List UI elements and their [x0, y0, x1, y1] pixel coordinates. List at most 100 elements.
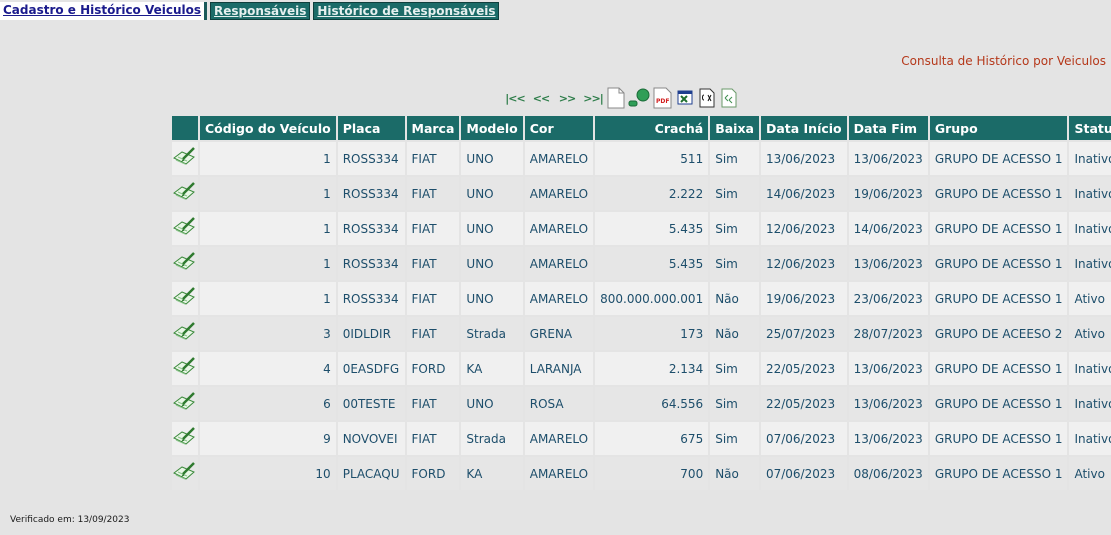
column-header-modelo[interactable]: Modelo: [461, 116, 523, 140]
edit-icon[interactable]: [172, 251, 198, 276]
cell-data-fim: 19/06/2023: [848, 177, 928, 210]
cell-baixa: Não: [710, 282, 759, 315]
edit-cell: [172, 177, 198, 210]
column-header-data-fim[interactable]: Data Fim: [848, 116, 928, 140]
cell-cor: AMARELO: [524, 457, 594, 490]
cell-modelo: UNO: [461, 282, 523, 315]
cell-grupo: GRUPO DE ACESSO 1: [929, 352, 1068, 385]
column-header-codigo-veiculo[interactable]: Código do Veículo: [200, 116, 336, 140]
cell-placa: 00TESTE: [337, 387, 405, 420]
table-row: 1 ROSS334 FIAT UNO AMARELO 5.435 Sim 12/06/2023…: [172, 247, 1111, 280]
vehicle-history-table: Código do Veículo Placa Marca Modelo Cor…: [170, 114, 1111, 492]
edit-cell: [172, 317, 198, 350]
pdf-export-icon[interactable]: PDF: [653, 87, 673, 109]
cell-grupo: GRUPO DE ACESSO 1: [929, 387, 1068, 420]
tab-responsaveis[interactable]: Responsáveis: [210, 2, 311, 20]
cell-modelo: Strada: [461, 317, 523, 350]
cell-baixa: Não: [710, 457, 759, 490]
cell-baixa: Sim: [710, 247, 759, 280]
table-row: 1 ROSS334 FIAT UNO AMARELO 800.000.000.001 Não…: [172, 282, 1111, 315]
cell-marca: FORD: [406, 457, 460, 490]
cell-modelo: KA: [461, 352, 523, 385]
cell-modelo: UNO: [461, 142, 523, 175]
cell-status: Inativo: [1069, 212, 1111, 245]
cell-baixa: Sim: [710, 142, 759, 175]
first-page-icon[interactable]: |<<: [503, 87, 527, 109]
cell-data-inicio: 22/05/2023: [760, 387, 847, 420]
cell-grupo: GRUPO DE ACESSO 1: [929, 422, 1068, 455]
edit-icon[interactable]: [172, 391, 198, 416]
cell-modelo: UNO: [461, 387, 523, 420]
edit-cell: [172, 457, 198, 490]
cell-cor: ROSA: [524, 387, 594, 420]
new-document-icon[interactable]: [607, 87, 625, 109]
previous-page-icon[interactable]: <<: [529, 87, 553, 109]
edit-icon[interactable]: [172, 321, 198, 346]
cell-data-fim: 13/06/2023: [848, 142, 928, 175]
column-header-data-inicio[interactable]: Data Início: [760, 116, 847, 140]
edit-icon[interactable]: [172, 216, 198, 241]
last-page-icon[interactable]: >>|: [581, 87, 605, 109]
tab-cadastro-historico-veiculos[interactable]: Cadastro e Histórico Veiculos: [0, 2, 208, 20]
cell-baixa: Sim: [710, 352, 759, 385]
cell-data-inicio: 22/05/2023: [760, 352, 847, 385]
cell-grupo: GRUPO DE ACEESO 2: [929, 317, 1068, 350]
cell-status: Ativo: [1069, 282, 1111, 315]
column-header-cor[interactable]: Cor: [524, 116, 594, 140]
cell-data-inicio: 07/06/2023: [760, 457, 847, 490]
cell-codigo-veiculo: 10: [200, 457, 336, 490]
cell-status: Inativo: [1069, 142, 1111, 175]
table-row: 3 0IDLDIR FIAT Strada GRENA 173 Não 25/07/2023 2…: [172, 317, 1111, 350]
cell-baixa: Sim: [710, 212, 759, 245]
cell-data-inicio: 12/06/2023: [760, 247, 847, 280]
cell-placa: ROSS334: [337, 247, 405, 280]
cell-grupo: GRUPO DE ACESSO 1: [929, 212, 1068, 245]
edit-cell: [172, 212, 198, 245]
excel-export-icon[interactable]: [675, 87, 695, 109]
cell-placa: PLACAQU: [337, 457, 405, 490]
edit-icon[interactable]: [172, 356, 198, 381]
cell-data-fim: 08/06/2023: [848, 457, 928, 490]
cell-cor: GRENA: [524, 317, 594, 350]
edit-cell: [172, 352, 198, 385]
csv-export-icon[interactable]: [697, 87, 717, 109]
column-header-grupo[interactable]: Grupo: [929, 116, 1068, 140]
cell-data-inicio: 13/06/2023: [760, 142, 847, 175]
column-header-marca[interactable]: Marca: [406, 116, 460, 140]
cell-data-fim: 13/06/2023: [848, 422, 928, 455]
edit-cell: [172, 387, 198, 420]
tab-historico-responsaveis[interactable]: Histórico de Responsáveis: [313, 2, 500, 20]
cell-cor: AMARELO: [524, 142, 594, 175]
cell-cracha: 800.000.000.001: [595, 282, 709, 315]
cell-cracha: 5.435: [595, 247, 709, 280]
cell-marca: FIAT: [406, 177, 460, 210]
cell-modelo: Strada: [461, 422, 523, 455]
column-header-placa[interactable]: Placa: [337, 116, 405, 140]
edit-icon[interactable]: [172, 146, 198, 171]
cell-grupo: GRUPO DE ACESSO 1: [929, 177, 1068, 210]
cell-cor: LARANJA: [524, 352, 594, 385]
cell-marca: FORD: [406, 352, 460, 385]
next-page-icon[interactable]: >>: [555, 87, 579, 109]
edit-icon[interactable]: [172, 461, 198, 486]
cell-codigo-veiculo: 1: [200, 142, 336, 175]
cell-cracha: 2.222: [595, 177, 709, 210]
cell-codigo-veiculo: 1: [200, 282, 336, 315]
page-subtitle: Consulta de Histórico por Veiculos: [901, 54, 1106, 68]
edit-cell: [172, 247, 198, 280]
column-header-status[interactable]: Status: [1069, 116, 1111, 140]
column-header-cracha[interactable]: Crachá: [595, 116, 709, 140]
xml-export-icon[interactable]: [719, 87, 739, 109]
edit-icon[interactable]: [172, 286, 198, 311]
cell-status: Ativo: [1069, 457, 1111, 490]
cell-status: Inativo: [1069, 387, 1111, 420]
column-header-baixa[interactable]: Baixa: [710, 116, 759, 140]
search-icon[interactable]: [627, 87, 651, 109]
edit-cell: [172, 282, 198, 315]
cell-data-fim: 13/06/2023: [848, 247, 928, 280]
edit-icon[interactable]: [172, 426, 198, 451]
edit-icon[interactable]: [172, 181, 198, 206]
cell-cor: AMARELO: [524, 422, 594, 455]
cell-codigo-veiculo: 6: [200, 387, 336, 420]
table-row: 4 0EASDFG FORD KA LARANJA 2.134 Sim 22/05/2023 1…: [172, 352, 1111, 385]
